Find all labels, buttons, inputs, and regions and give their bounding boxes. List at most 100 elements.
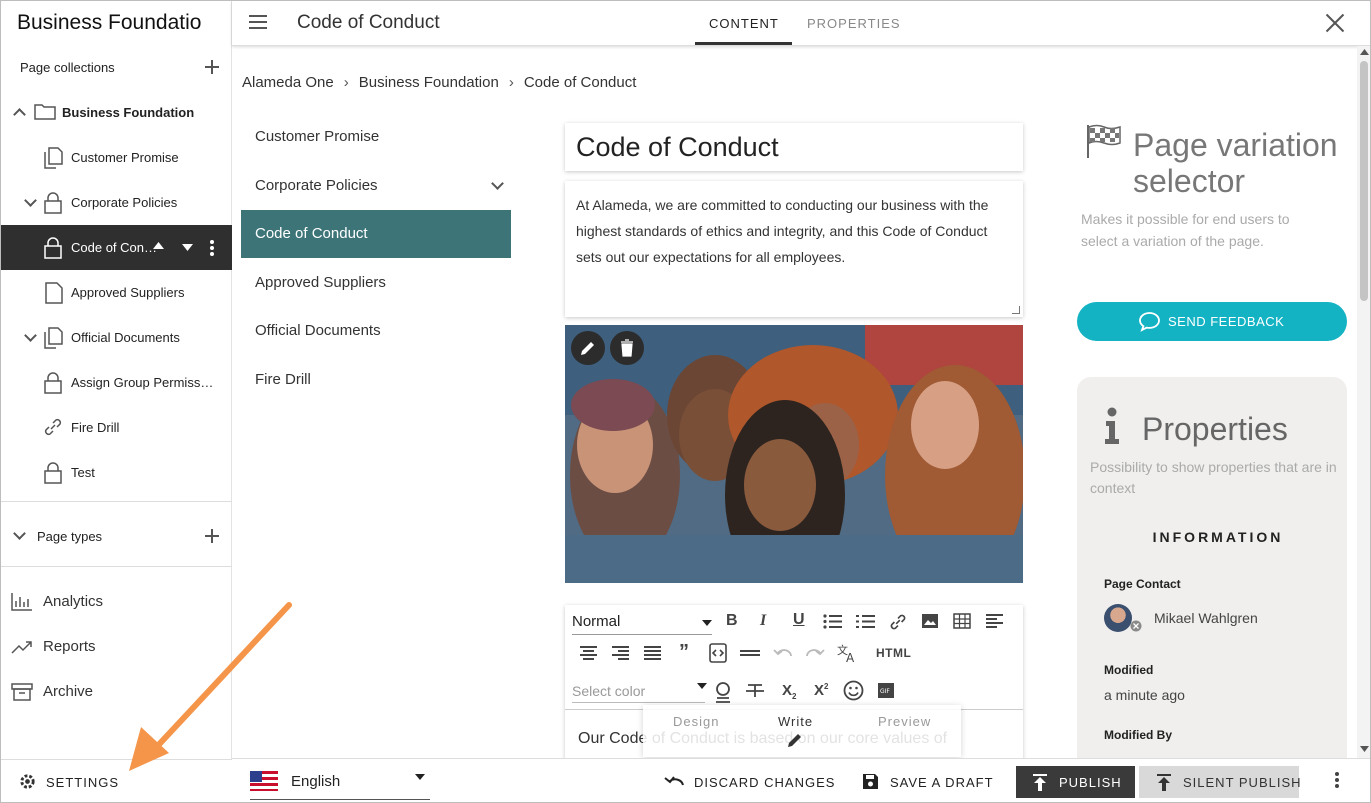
page-types-heading: Page types bbox=[37, 529, 103, 544]
superscript-icon[interactable]: X2 bbox=[814, 682, 828, 699]
subnav-code-of-conduct[interactable]: Code of Conduct bbox=[241, 210, 511, 258]
scrollbar[interactable] bbox=[1357, 46, 1370, 758]
tree-item-business-foundation[interactable]: Business Foundation bbox=[1, 90, 232, 135]
subscript-icon[interactable]: X2 bbox=[782, 682, 796, 701]
silent-publish-button[interactable]: SILENT PUBLISH bbox=[1139, 766, 1301, 798]
image-icon[interactable] bbox=[921, 613, 939, 629]
color-select[interactable]: Select color bbox=[572, 679, 707, 703]
undo-icon[interactable] bbox=[773, 646, 793, 660]
publish-icon bbox=[1033, 774, 1047, 791]
tab-content[interactable]: CONTENT bbox=[709, 16, 779, 31]
send-feedback-button[interactable]: SEND FEEDBACK bbox=[1077, 302, 1347, 341]
page-variation-description: Makes it possible for end users to selec… bbox=[1081, 211, 1290, 249]
subnav-official-documents[interactable]: Official Documents bbox=[241, 307, 511, 355]
align-right-icon[interactable] bbox=[612, 645, 630, 661]
numbered-list-icon[interactable] bbox=[856, 614, 876, 629]
page-collections-heading: Page collections bbox=[20, 60, 115, 75]
settings-button[interactable]: SETTINGS bbox=[1, 759, 232, 802]
bullet-list-icon[interactable] bbox=[823, 614, 843, 629]
tree-item-approved-suppliers[interactable]: Approved Suppliers bbox=[1, 270, 232, 315]
format-value: Normal bbox=[572, 613, 621, 630]
tree-item-label: Customer Promise bbox=[71, 150, 179, 165]
avatar bbox=[1104, 604, 1132, 632]
stamp-icon[interactable] bbox=[713, 681, 733, 703]
add-page-type-icon[interactable] bbox=[205, 529, 219, 543]
page-contact-name[interactable]: Mikael Wahlgren bbox=[1154, 610, 1258, 626]
save-draft-button[interactable]: SAVE A DRAFT bbox=[862, 766, 997, 798]
edit-image-button[interactable] bbox=[571, 331, 605, 365]
subnav-customer-promise[interactable]: Customer Promise bbox=[241, 113, 511, 161]
tree-item-corporate-policies[interactable]: Corporate Policies bbox=[1, 180, 232, 225]
pages-icon bbox=[44, 147, 63, 169]
subnav-corporate-policies[interactable]: Corporate Policies bbox=[241, 162, 511, 210]
mode-write[interactable]: Write bbox=[778, 714, 813, 729]
language-select[interactable]: English bbox=[250, 766, 430, 800]
chevron-down-icon[interactable] bbox=[491, 177, 504, 190]
tree-item-test[interactable]: Test bbox=[1, 450, 232, 495]
resize-handle[interactable] bbox=[1012, 306, 1020, 314]
subnav-fire-drill[interactable]: Fire Drill bbox=[241, 356, 511, 404]
italic-icon[interactable]: I bbox=[760, 612, 766, 630]
code-block-icon[interactable] bbox=[709, 643, 727, 663]
page-icon bbox=[45, 282, 63, 304]
align-center-icon[interactable] bbox=[580, 645, 598, 661]
tree-item-official-documents[interactable]: Official Documents bbox=[1, 315, 232, 360]
lock-icon bbox=[44, 372, 62, 394]
move-down-icon[interactable] bbox=[182, 244, 193, 251]
more-options-icon[interactable] bbox=[1335, 772, 1339, 776]
breadcrumb-item[interactable]: Alameda One bbox=[242, 74, 334, 91]
more-options-icon[interactable] bbox=[210, 240, 214, 244]
align-justify-icon[interactable] bbox=[644, 645, 662, 661]
horizontal-rule-icon[interactable] bbox=[740, 650, 760, 656]
chevron-up-icon[interactable] bbox=[13, 108, 26, 121]
intro-textarea[interactable]: At Alameda, we are committed to conducti… bbox=[565, 181, 1023, 317]
mode-design[interactable]: Design bbox=[673, 714, 719, 729]
title-field[interactable]: Code of Conduct bbox=[565, 123, 1023, 171]
breadcrumb-item[interactable]: Business Foundation bbox=[359, 74, 499, 91]
add-collection-icon[interactable] bbox=[205, 60, 219, 74]
menu-icon[interactable] bbox=[249, 15, 267, 29]
format-select[interactable]: Normal bbox=[572, 611, 712, 635]
mode-preview[interactable]: Preview bbox=[878, 714, 931, 729]
chevron-down-icon[interactable] bbox=[13, 527, 26, 540]
nav-label: Reports bbox=[43, 638, 96, 655]
publish-icon bbox=[1157, 774, 1171, 791]
tree-item-code-of-conduct[interactable]: Code of Con… bbox=[1, 225, 232, 270]
emoji-icon[interactable] bbox=[843, 680, 864, 701]
save-draft-label: SAVE A DRAFT bbox=[890, 775, 994, 790]
tab-properties[interactable]: PROPERTIES bbox=[807, 16, 901, 31]
scroll-down-icon[interactable] bbox=[1360, 746, 1369, 752]
strikethrough-icon[interactable] bbox=[745, 683, 765, 699]
redo-icon[interactable] bbox=[805, 646, 825, 660]
modified-label: Modified bbox=[1104, 663, 1154, 677]
html-button[interactable]: HTML bbox=[876, 646, 911, 660]
align-left-icon[interactable] bbox=[986, 613, 1004, 629]
chevron-down-icon[interactable] bbox=[24, 194, 37, 207]
nav-analytics[interactable]: Analytics bbox=[11, 593, 211, 613]
tree-item-customer-promise[interactable]: Customer Promise bbox=[1, 135, 232, 180]
sidebar: Business Foundatio Page collections Busi… bbox=[1, 1, 232, 802]
nav-archive[interactable]: Archive bbox=[11, 683, 211, 703]
delete-image-button[interactable] bbox=[610, 331, 644, 365]
chevron-down-icon[interactable] bbox=[24, 329, 37, 342]
underline-icon[interactable]: U bbox=[793, 611, 805, 629]
scrollbar-thumb[interactable] bbox=[1360, 61, 1368, 301]
lock-icon bbox=[44, 462, 62, 484]
discard-changes-button[interactable]: DISCARD CHANGES bbox=[662, 766, 834, 798]
breadcrumb-item: Code of Conduct bbox=[523, 74, 637, 91]
tree-item-fire-drill[interactable]: Fire Drill bbox=[1, 405, 232, 450]
translate-icon[interactable]: 文A bbox=[837, 643, 859, 663]
bold-icon[interactable]: B bbox=[726, 612, 738, 630]
link-icon[interactable] bbox=[889, 613, 907, 631]
move-up-icon[interactable] bbox=[153, 242, 164, 249]
nav-reports[interactable]: Reports bbox=[11, 638, 211, 658]
tree-item-assign-group[interactable]: Assign Group Permiss… bbox=[1, 360, 232, 405]
scroll-up-icon[interactable] bbox=[1360, 49, 1369, 55]
quote-icon[interactable]: ” bbox=[679, 641, 689, 664]
publish-button[interactable]: PUBLISH bbox=[1016, 766, 1135, 798]
table-icon[interactable] bbox=[953, 613, 971, 629]
gif-icon[interactable]: GIF bbox=[878, 683, 894, 698]
subnav-approved-suppliers[interactable]: Approved Suppliers bbox=[241, 259, 511, 307]
tree-item-label: Assign Group Permiss… bbox=[71, 375, 214, 390]
close-icon[interactable] bbox=[1325, 13, 1345, 33]
